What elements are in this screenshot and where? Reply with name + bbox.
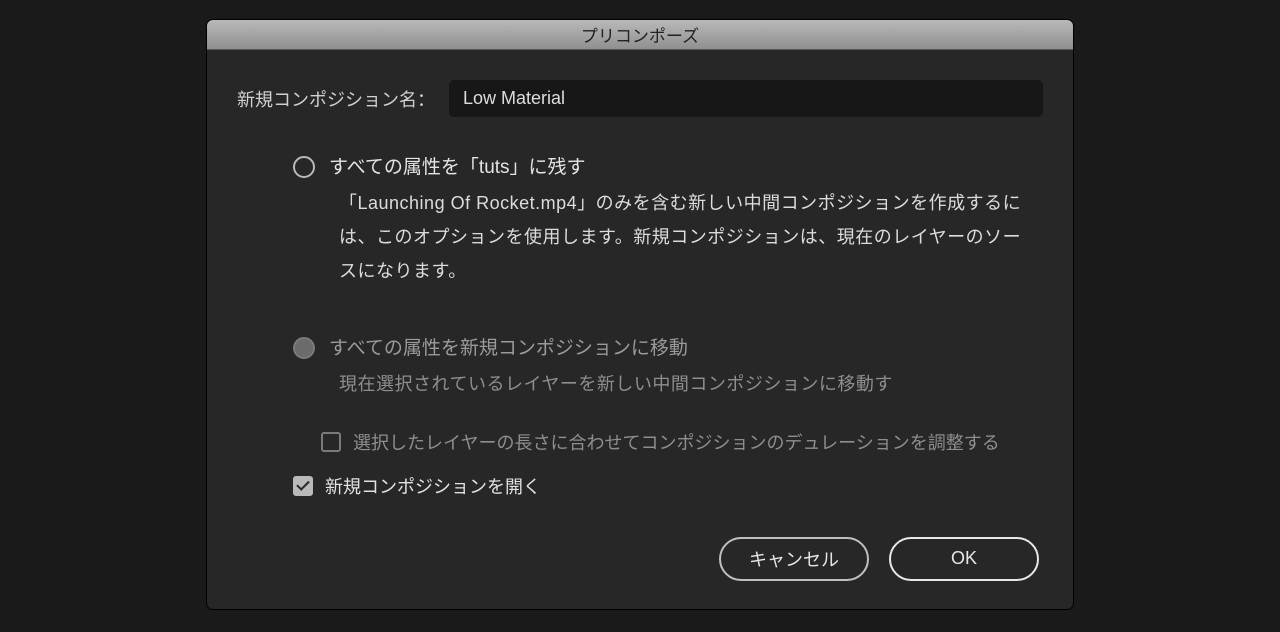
checkbox-icon	[293, 476, 313, 496]
adjust-duration-row: 選択したレイヤーの長さに合わせてコンポジションのデュレーションを調整する	[321, 429, 1043, 455]
checkmark-icon	[296, 478, 309, 491]
option1-desc: 「Launching Of Rocket.mp4」のみを含む新しい中間コンポジシ…	[329, 186, 1043, 289]
option-leave-attributes[interactable]: すべての属性を「tuts」に残す 「Launching Of Rocket.mp…	[293, 155, 1043, 288]
open-new-comp-row[interactable]: 新規コンポジションを開く	[293, 473, 1043, 499]
adjust-duration-label: 選択したレイヤーの長さに合わせてコンポジションのデュレーションを調整する	[353, 429, 1000, 455]
option1-title: すべての属性を「tuts」に残す	[329, 155, 1043, 182]
options-group: すべての属性を「tuts」に残す 「Launching Of Rocket.mp…	[237, 155, 1043, 455]
precompose-dialog: プリコンポーズ 新規コンポジション名： すべての属性を「tuts」に残す 「La…	[207, 20, 1073, 609]
dialog-title: プリコンポーズ	[581, 22, 699, 47]
open-new-comp-label: 新規コンポジションを開く	[325, 473, 541, 499]
option-move-attributes: すべての属性を新規コンポジションに移動 現在選択されているレイヤーを新しい中間コ…	[293, 336, 1043, 401]
name-label: 新規コンポジション名：	[237, 86, 435, 112]
name-row: 新規コンポジション名：	[237, 80, 1043, 117]
radio-icon	[293, 156, 315, 178]
option2-title: すべての属性を新規コンポジションに移動	[329, 336, 903, 363]
new-comp-name-input[interactable]	[449, 80, 1043, 117]
cancel-button[interactable]: キャンセル	[719, 537, 869, 581]
dialog-footer: キャンセル OK	[237, 537, 1043, 581]
radio-icon	[293, 337, 315, 359]
dialog-titlebar: プリコンポーズ	[207, 20, 1073, 50]
dialog-body: 新規コンポジション名： すべての属性を「tuts」に残す 「Launching …	[207, 50, 1073, 609]
checkbox-icon	[321, 432, 341, 452]
option2-desc: 現在選択されているレイヤーを新しい中間コンポジションに移動す	[329, 367, 903, 401]
ok-button[interactable]: OK	[889, 537, 1039, 581]
